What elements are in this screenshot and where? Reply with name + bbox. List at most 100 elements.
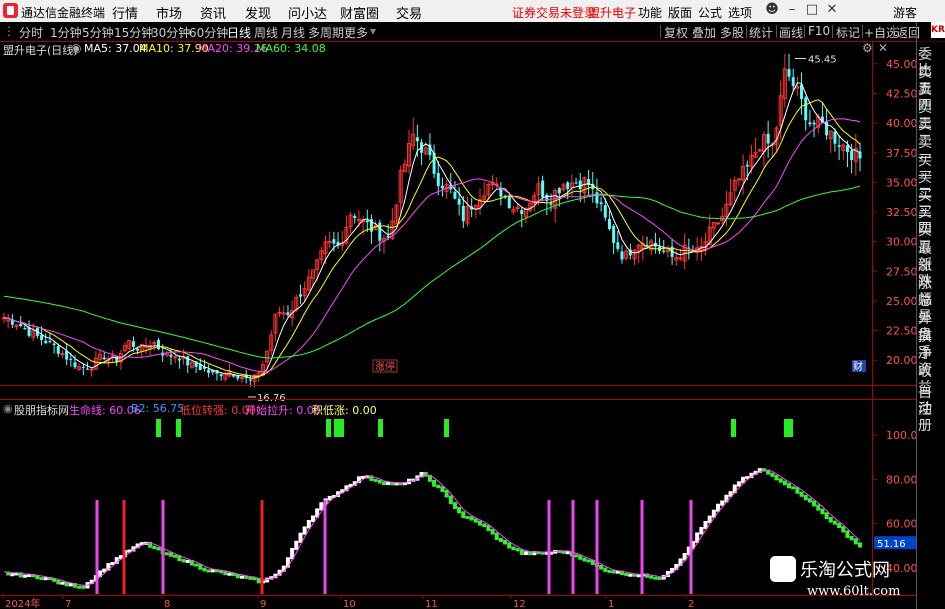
side-label[interactable]: 买三	[918, 188, 945, 220]
indicator-jidizhang: 积低涨: 0.00	[312, 404, 377, 417]
date-label: 10	[343, 599, 356, 609]
indicator-bar-down	[519, 549, 524, 555]
candle-body-down	[177, 358, 181, 361]
side-label[interactable]: 总量	[918, 293, 945, 325]
candle-body-down	[102, 357, 106, 360]
indicator-bar-down	[778, 478, 783, 483]
candle-body-down	[745, 164, 749, 167]
side-label-2[interactable]: 自动	[918, 385, 945, 417]
side-label[interactable]: 最新	[918, 241, 945, 273]
side-label[interactable]: 涨幅	[918, 276, 945, 308]
side-label[interactable]: 卖三	[918, 100, 945, 132]
candle-body-up	[89, 368, 94, 371]
indicator-bar-up	[240, 575, 245, 579]
ma60-label: MA60: 34.08	[256, 42, 326, 55]
indicator-bar-up	[628, 573, 633, 577]
side-label[interactable]: 卖四	[918, 82, 945, 114]
candle-body-up	[736, 178, 741, 181]
side-label-2[interactable]: 注册	[918, 402, 945, 434]
indicator-bar-down	[377, 479, 382, 484]
side-label[interactable]: 换手	[918, 329, 945, 361]
candle-body-down	[440, 185, 444, 189]
price-tick-label: 32.50	[886, 206, 918, 219]
indicator-bar-down	[81, 585, 86, 589]
indicator-bar-down	[649, 575, 654, 579]
side-label[interactable]: 买五	[918, 223, 945, 255]
side-label[interactable]: 买四	[918, 205, 945, 238]
quote-side-panel: 委比 卖五 卖四 卖三 卖二 卖一 买一 买二 买三 买四 买五 最新 涨跌 涨幅 总量 外盘 换手 净资 收益	[918, 47, 945, 396]
candle-body-down	[620, 251, 624, 260]
candle-body-down	[86, 368, 90, 370]
candle-body-down	[616, 242, 620, 249]
indicator-bar-down	[503, 539, 508, 545]
indicator-bar-down	[657, 577, 662, 581]
candle-body-down	[248, 379, 252, 381]
side-label[interactable]: 卖二	[918, 117, 945, 150]
indicator-bar-down	[206, 569, 211, 573]
candle-body-down	[791, 77, 795, 87]
indicator-bar-down	[624, 572, 629, 577]
green-signal-block	[444, 419, 449, 437]
settings-icon[interactable]: ⚙	[862, 41, 873, 55]
side-label[interactable]: 委比	[918, 47, 945, 79]
side-label[interactable]: 收益	[918, 364, 945, 396]
indicator-bar-down	[498, 537, 503, 542]
indicator-bar-up	[227, 572, 232, 576]
main-candlestick-chart[interactable]: 45.00 42.50 40.00 37.50 35.00 32.50 30.00 27.50…	[2, 53, 918, 404]
indicator-bar-down	[202, 567, 207, 572]
indicator-bar-down	[432, 479, 437, 487]
indicator-bar-up	[302, 526, 307, 535]
indicator-bar-down	[586, 559, 591, 563]
indicator-bar-down	[599, 564, 604, 570]
indicator-settings-icon[interactable]: ◉	[3, 402, 13, 415]
indicator-bar-down	[152, 545, 157, 550]
cai-tag: 财	[853, 360, 863, 373]
indicator-bar-down	[381, 481, 386, 486]
chart-canvas[interactable]: 45.00 42.50 40.00 37.50 35.00 32.50 30.00 27.50…	[0, 0, 945, 609]
candle-body-down	[44, 340, 48, 344]
candle-body-down	[804, 97, 808, 121]
green-signal-block	[339, 419, 344, 437]
indicator-bar-down	[478, 520, 483, 526]
indicator-bar-up	[60, 581, 65, 585]
side-label[interactable]: 买一	[918, 153, 945, 185]
indicator-bar-down	[787, 483, 792, 489]
side-label[interactable]: 涨跌	[918, 258, 945, 290]
indicator-bar-down	[452, 502, 457, 510]
side-label[interactable]: 外盘	[918, 311, 945, 343]
candle-body-down	[599, 202, 603, 205]
side-label[interactable]: 买二	[918, 170, 945, 202]
candle-body-down	[52, 343, 56, 345]
ma20-line	[3, 118, 861, 373]
watermark-cn: 乐淘公式网	[800, 560, 890, 581]
ind-tick-label: 60.00	[886, 518, 918, 531]
candle-body-down	[457, 198, 461, 205]
candle-body-down	[436, 173, 440, 187]
green-signal-block	[176, 419, 181, 437]
candle-body-down	[812, 122, 816, 125]
indicator-b2: B2: 56.75	[131, 402, 185, 415]
candle-body-down	[365, 220, 369, 223]
side-label[interactable]: 净资	[918, 346, 945, 378]
indicator-bar-down	[373, 478, 378, 482]
indicator-bar-down	[816, 504, 821, 511]
candle-body-down	[156, 339, 160, 350]
candle-body-down	[766, 133, 770, 144]
close-panel-icon[interactable]: ✕	[878, 41, 888, 55]
candle-body-down	[207, 369, 211, 373]
indicator-bar-down	[173, 554, 178, 558]
candle-body-down	[574, 182, 578, 184]
side-label[interactable]: 卖五	[918, 65, 945, 97]
main-stock-label: 盟升电子(日线)	[3, 44, 78, 57]
indicator-bar-down	[515, 548, 520, 552]
indicator-bar-down	[653, 576, 658, 580]
indicator-bar-down	[858, 542, 862, 548]
indicator-bar-down	[782, 480, 787, 486]
indicator-bar-down	[465, 516, 470, 520]
side-label[interactable]: 卖一	[918, 135, 945, 167]
indicator-bar-down	[849, 535, 854, 541]
candle-body-down	[298, 294, 302, 297]
candle-body-down	[136, 348, 140, 351]
candle-body-down	[808, 122, 812, 125]
settings-circle-icon[interactable]: ◉	[71, 41, 81, 55]
